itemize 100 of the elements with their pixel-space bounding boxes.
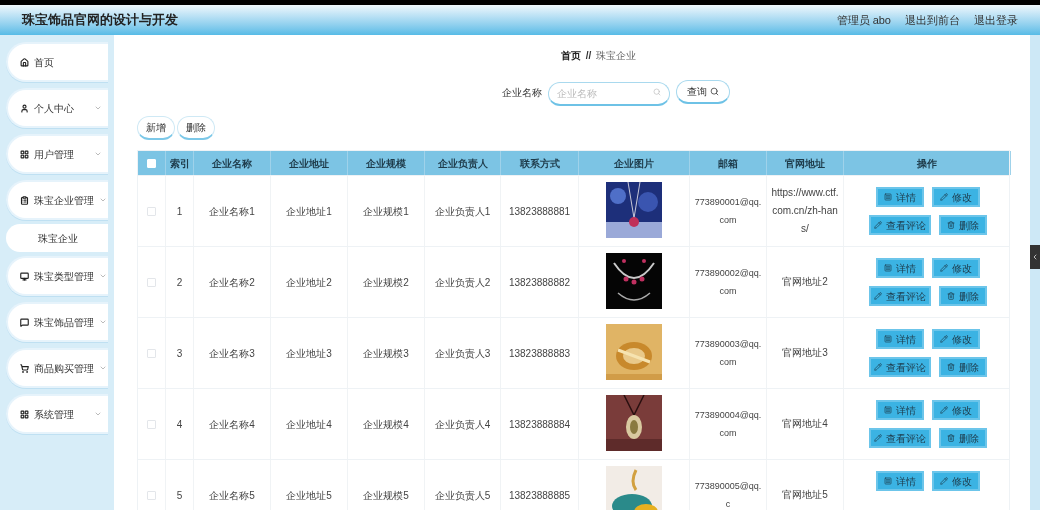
chevron-down-icon xyxy=(94,150,102,158)
query-button[interactable]: 查询 xyxy=(676,80,730,104)
table-cell-text: 1 xyxy=(176,204,183,219)
chevron-down-icon xyxy=(99,364,107,372)
table-cell-text: 企业名称3 xyxy=(209,346,255,361)
action-button[interactable]: 修改 xyxy=(931,258,980,278)
details-icon xyxy=(883,406,892,414)
action-button[interactable]: 详情 xyxy=(875,329,924,349)
table-cell-text: 5 xyxy=(176,488,183,503)
table-cell-text: 773890004@qq.com xyxy=(694,409,762,440)
table-cell-text: 773890001@qq.com xyxy=(694,196,762,227)
sidebar-item[interactable]: 个人中心 xyxy=(6,88,108,128)
column-header: 企业负责人 xyxy=(437,156,488,171)
action-button[interactable]: 修改 xyxy=(931,187,980,207)
column-header: 索引 xyxy=(169,156,190,171)
action-button[interactable]: 查看评论 xyxy=(868,215,931,235)
action-button[interactable]: 修改 xyxy=(931,471,980,491)
breadcrumb-item[interactable]: 首页 xyxy=(560,47,581,63)
details-icon xyxy=(883,335,892,343)
sidebar-subitem[interactable]: 珠宝企业 xyxy=(6,224,108,252)
table-cell-text: 官网地址3 xyxy=(782,346,828,360)
sidebar-item[interactable]: 珠宝类型管理 xyxy=(6,256,108,296)
action-button[interactable]: 删除 xyxy=(938,428,987,448)
table-cell-text: 企业负责人4 xyxy=(434,417,491,432)
table-cell-text: 13823888882 xyxy=(508,275,571,290)
delete-button[interactable]: 删除 xyxy=(177,116,215,140)
header-link[interactable]: 退出登录 xyxy=(974,11,1018,29)
breadcrumb-separator: // xyxy=(585,48,592,63)
pencil-icon xyxy=(939,477,948,485)
table-cell-text: 13823888881 xyxy=(508,204,571,219)
row-checkbox[interactable] xyxy=(147,206,156,216)
details-icon xyxy=(883,264,892,272)
search-icon xyxy=(653,88,661,96)
action-button[interactable]: 详情 xyxy=(875,471,924,491)
action-button[interactable]: 修改 xyxy=(931,400,980,420)
table-cell-text: 13823888883 xyxy=(508,346,571,361)
table-cell-text: 773890002@qq.com xyxy=(694,267,762,298)
action-button[interactable]: 修改 xyxy=(931,329,980,349)
select-all-checkbox[interactable] xyxy=(147,158,156,168)
table-cell-text: 企业名称1 xyxy=(209,204,255,219)
action-button[interactable]: 查看评论 xyxy=(868,357,931,377)
details-icon xyxy=(883,477,892,485)
table-cell-text: 企业规模3 xyxy=(363,346,409,361)
row-checkbox[interactable] xyxy=(147,490,156,500)
pencil-icon xyxy=(939,406,948,414)
table-cell-text: 企业规模4 xyxy=(363,417,409,432)
collapse-tab[interactable] xyxy=(1030,245,1040,269)
table-cell-text: 企业地址4 xyxy=(286,417,332,432)
row-checkbox[interactable] xyxy=(147,348,156,358)
trash-icon xyxy=(946,221,955,229)
pencil-icon xyxy=(873,221,882,229)
action-button[interactable]: 详情 xyxy=(875,187,924,207)
sidebar-item[interactable]: 珠宝饰品管理 xyxy=(6,302,108,342)
sidebar-item[interactable]: 首页 xyxy=(6,42,108,82)
search-field[interactable]: 企业名称 xyxy=(548,82,670,106)
table-cell-text: 企业负责人1 xyxy=(434,204,491,219)
table-cell-text: 企业名称5 xyxy=(209,488,255,503)
add-button[interactable]: 新增 xyxy=(137,116,175,140)
search-label: 企业名称 xyxy=(502,85,542,100)
table-cell-text: 企业规模5 xyxy=(363,488,409,503)
grid-icon xyxy=(20,149,29,159)
action-button[interactable]: 详情 xyxy=(875,400,924,420)
action-button[interactable]: 删除 xyxy=(938,286,987,306)
sidebar-item[interactable]: 用户管理 xyxy=(6,134,108,174)
table-cell-text: 13823888885 xyxy=(508,488,571,503)
table-cell-text: 企业名称4 xyxy=(209,417,255,432)
table-cell-text: 企业负责人5 xyxy=(434,488,491,503)
column-header: 联系方式 xyxy=(519,156,560,171)
row-checkbox[interactable] xyxy=(147,277,156,287)
table-cell-text: 企业规模1 xyxy=(363,204,409,219)
breadcrumb-item: 珠宝企业 xyxy=(596,48,637,63)
table-cell-text: 企业负责人3 xyxy=(434,346,491,361)
table-cell-text: 官网地址2 xyxy=(782,275,828,289)
table-cell-text: 企业负责人2 xyxy=(434,275,491,290)
table-cell-text: 773890005@qq.c xyxy=(694,480,762,510)
sidebar-item[interactable]: 系统管理 xyxy=(6,394,108,434)
action-button[interactable]: 查看评论 xyxy=(868,428,931,448)
chevron-down-icon xyxy=(94,410,102,418)
sidebar-item[interactable]: 珠宝企业管理 xyxy=(6,180,108,220)
details-icon xyxy=(883,193,892,201)
table-cell-text: 3 xyxy=(176,346,183,361)
pencil-icon xyxy=(873,434,882,442)
column-header: 操作 xyxy=(917,156,937,171)
table-cell-text: 企业地址3 xyxy=(286,346,332,361)
action-button[interactable]: 查看评论 xyxy=(868,286,931,306)
table-cell-text: 4 xyxy=(176,417,183,432)
table-cell-text: 官网地址4 xyxy=(782,417,828,431)
action-button[interactable]: 详情 xyxy=(875,258,924,278)
home-icon xyxy=(20,57,29,67)
pencil-icon xyxy=(939,335,948,343)
sidebar-item[interactable]: 商品购买管理 xyxy=(6,348,108,388)
chevron-down-icon xyxy=(99,196,107,204)
table-cell-text: 企业名称2 xyxy=(209,275,255,290)
action-button[interactable]: 删除 xyxy=(938,215,987,235)
header-link[interactable]: 退出到前台 xyxy=(905,11,960,29)
pencil-icon xyxy=(939,264,948,272)
admin-user: 管理员 abo xyxy=(836,12,891,28)
action-button[interactable]: 删除 xyxy=(938,357,987,377)
row-checkbox[interactable] xyxy=(147,419,156,429)
column-header: 官网地址 xyxy=(785,156,825,171)
